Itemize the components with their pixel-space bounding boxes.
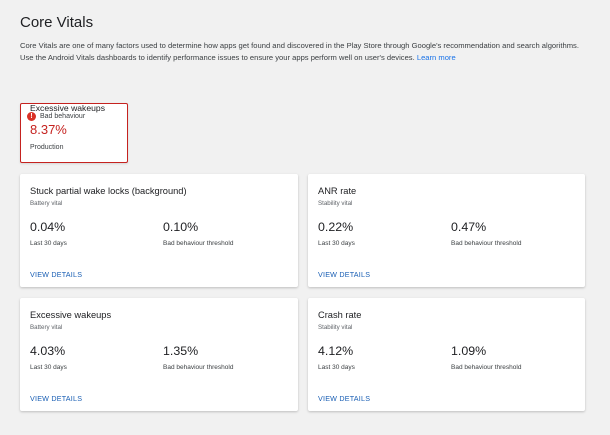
learn-more-link[interactable]: Learn more — [417, 53, 456, 62]
threshold-label: Bad behaviour threshold — [163, 240, 234, 247]
intro-line-1: Core Vitals are one of many factors used… — [20, 41, 579, 50]
intro-line-2-text: Use the Android Vitals dashboards to ide… — [20, 52, 415, 62]
current-value: 0.22% — [318, 220, 354, 234]
threshold-label: Bad behaviour threshold — [451, 240, 522, 247]
status-badge: ! Bad behaviour — [27, 112, 85, 121]
status-label: Bad behaviour — [40, 113, 86, 120]
vital-card-anr-rate: ANR rate Stability vital 0.22% Last 30 d… — [308, 174, 585, 287]
card-title: ANR rate — [318, 186, 357, 196]
intro-line-2: Use the Android Vitals dashboards to ide… — [20, 52, 600, 64]
error-icon: ! — [27, 112, 36, 121]
current-value: 4.03% — [30, 344, 66, 358]
card-title: Crash rate — [318, 310, 362, 320]
current-value-label: Last 30 days — [318, 364, 355, 371]
current-value-label: Last 30 days — [318, 240, 355, 247]
view-details-link[interactable]: VIEW DETAILS — [30, 394, 82, 403]
threshold-value: 0.10% — [163, 220, 199, 234]
threshold-label: Bad behaviour threshold — [451, 364, 522, 371]
highlight-track-label: Production — [30, 144, 64, 151]
threshold-value: 1.35% — [163, 344, 199, 358]
view-details-link[interactable]: VIEW DETAILS — [318, 394, 370, 403]
view-details-link[interactable]: VIEW DETAILS — [30, 270, 82, 279]
page-title: Core Vitals — [20, 14, 94, 31]
card-title: Stuck partial wake locks (background) — [30, 186, 187, 196]
threshold-value: 1.09% — [451, 344, 487, 358]
card-title: Excessive wakeups — [30, 310, 112, 320]
threshold-value: 0.47% — [451, 220, 487, 234]
vital-card-excessive-wakeups: Excessive wakeups Battery vital 4.03% La… — [20, 298, 298, 411]
card-subtitle: Battery vital — [30, 200, 63, 207]
highlight-metric-name: Excessive wakeups — [30, 103, 105, 113]
intro-text: Core Vitals are one of many factors used… — [20, 40, 600, 63]
card-subtitle: Battery vital — [30, 324, 63, 331]
card-subtitle: Stability vital — [318, 324, 353, 331]
current-value-label: Last 30 days — [30, 240, 67, 247]
vital-card-crash-rate: Crash rate Stability vital 4.12% Last 30… — [308, 298, 585, 411]
card-subtitle: Stability vital — [318, 200, 353, 207]
highlight-metric-value: 8.37% — [30, 122, 67, 137]
current-value-label: Last 30 days — [30, 364, 67, 371]
vital-card-stuck-wake-locks: Stuck partial wake locks (background) Ba… — [20, 174, 298, 287]
current-value: 0.04% — [30, 220, 66, 234]
threshold-label: Bad behaviour threshold — [163, 364, 234, 371]
view-details-link[interactable]: VIEW DETAILS — [318, 270, 370, 279]
current-value: 4.12% — [318, 344, 354, 358]
